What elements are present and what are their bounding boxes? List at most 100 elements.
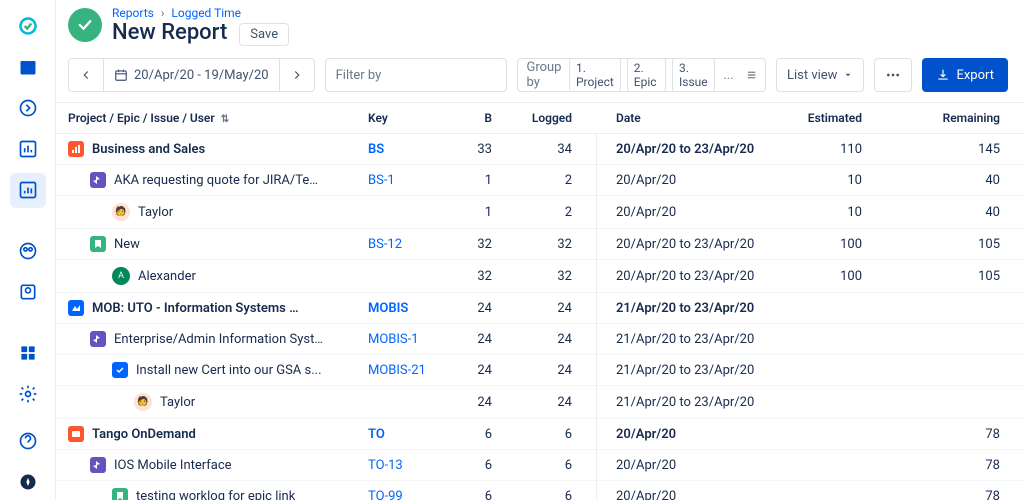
cell-name: IOS Mobile Interface <box>56 450 356 481</box>
cell-date: 20/Apr/20 to 23/Apr/20 <box>596 229 786 260</box>
epic-icon <box>90 331 106 347</box>
rail-calendar-icon[interactable] <box>10 49 46 84</box>
toolbar: 20/Apr/20 - 19/May/20 Filter by Group by… <box>56 50 1024 103</box>
cell-name: Install new Cert into our GSA s... <box>56 355 356 386</box>
table-row[interactable]: Business and SalesBS333420/Apr/20 to 23/… <box>56 134 1024 165</box>
cell-est <box>786 419 886 450</box>
breadcrumb-reports[interactable]: Reports <box>112 6 154 20</box>
rail-gear-icon[interactable] <box>10 377 46 412</box>
table-row[interactable]: MOB: UTO - Information Systems & A...MOB… <box>56 293 1024 324</box>
cell-date: 20/Apr/20 to 23/Apr/20 <box>596 260 786 293</box>
groupby-control[interactable]: Group by 1. Project 2. Epic 3. Issue ... <box>517 58 766 92</box>
cell-key[interactable]: BS <box>356 134 446 165</box>
cell-b: 6 <box>446 419 516 450</box>
cell-b: 33 <box>446 134 516 165</box>
cell-est: 10 <box>786 165 886 196</box>
rail-people-icon[interactable] <box>10 233 46 268</box>
cell-key[interactable]: TO-13 <box>356 450 446 481</box>
rail-chart2-icon[interactable] <box>10 173 46 208</box>
cell-key[interactable]: MOBIS-21 <box>356 355 446 386</box>
col-key[interactable]: Key <box>356 103 446 134</box>
cell-b: 24 <box>446 355 516 386</box>
table-row[interactable]: IOS Mobile InterfaceTO-136620/Apr/2078 <box>56 450 1024 481</box>
cell-rem: 78 <box>886 419 1024 450</box>
table-row[interactable]: 🧑Taylor1220/Apr/201040 <box>56 196 1024 229</box>
cell-key[interactable]: TO-99 <box>356 481 446 500</box>
date-prev-button[interactable] <box>69 59 103 91</box>
cell-est: 10 <box>786 196 886 229</box>
table-row[interactable]: Tango OnDemandTO6620/Apr/2078 <box>56 419 1024 450</box>
cell-key[interactable]: MOBIS-1 <box>356 324 446 355</box>
cell-date: 20/Apr/20 to 23/Apr/20 <box>596 134 786 165</box>
table-row[interactable]: Install new Cert into our GSA s...MOBIS-… <box>56 355 1024 386</box>
col-name[interactable]: Project / Epic / Issue / User⇅ <box>56 103 356 134</box>
cell-rem <box>886 324 1024 355</box>
rail-help-icon[interactable] <box>10 424 46 459</box>
view-select[interactable]: List view <box>776 58 864 92</box>
cell-b: 32 <box>446 260 516 293</box>
table-row[interactable]: AAlexander323220/Apr/20 to 23/Apr/201001… <box>56 260 1024 293</box>
rail-person-icon[interactable] <box>10 275 46 310</box>
cell-est <box>786 324 886 355</box>
cell-key[interactable]: BS-1 <box>356 165 446 196</box>
cell-key <box>356 386 446 419</box>
col-rem[interactable]: Remaining <box>886 103 1024 134</box>
col-est[interactable]: Estimated <box>786 103 886 134</box>
cell-logged: 2 <box>516 196 596 229</box>
groupby-chip-2[interactable]: 2. Epic <box>627 58 666 92</box>
cell-est: 110 <box>786 134 886 165</box>
rail-check-icon[interactable] <box>10 8 46 43</box>
chevron-down-icon <box>843 70 853 80</box>
cell-name: Enterprise/Admin Information Syste... <box>56 324 356 355</box>
col-date[interactable]: Date <box>596 103 786 134</box>
groupby-more[interactable]: ... <box>723 68 733 83</box>
breadcrumb-logged-time[interactable]: Logged Time <box>171 6 241 20</box>
page-header: Reports › Logged Time New Report Save <box>56 0 1024 50</box>
export-button[interactable]: Export <box>922 58 1008 92</box>
filter-icon <box>482 68 496 82</box>
sort-icon: ⇅ <box>221 114 229 125</box>
cell-key[interactable]: BS-12 <box>356 229 446 260</box>
rail-apps-icon[interactable] <box>10 335 46 370</box>
cell-logged: 6 <box>516 419 596 450</box>
col-logged[interactable]: Logged <box>516 103 596 134</box>
story-icon <box>112 488 128 500</box>
cell-logged: 24 <box>516 293 596 324</box>
col-b[interactable]: B <box>446 103 516 134</box>
groupby-chip-1[interactable]: 1. Project <box>569 58 621 92</box>
cell-name: 🧑Taylor <box>56 386 356 419</box>
cell-rem: 40 <box>886 165 1024 196</box>
task-icon <box>112 362 128 378</box>
cell-est <box>786 450 886 481</box>
cell-key[interactable]: TO <box>356 419 446 450</box>
more-button[interactable] <box>874 58 912 92</box>
table-row[interactable]: NewBS-12323220/Apr/20 to 23/Apr/20100105 <box>56 229 1024 260</box>
rail-expand-icon[interactable] <box>10 90 46 125</box>
epic-icon <box>90 457 106 473</box>
date-next-button[interactable] <box>279 59 314 91</box>
cell-date: 20/Apr/20 <box>596 165 786 196</box>
rail-pin-icon[interactable] <box>10 465 46 500</box>
groupby-chip-3[interactable]: 3. Issue <box>672 58 715 92</box>
filter-input[interactable]: Filter by <box>325 58 508 92</box>
rail-chart1-icon[interactable] <box>10 131 46 166</box>
cell-name: MOB: UTO - Information Systems & A... <box>56 293 356 324</box>
cell-logged: 2 <box>516 165 596 196</box>
cell-logged: 32 <box>516 229 596 260</box>
breadcrumb: Reports › Logged Time <box>112 6 289 20</box>
cell-est: 100 <box>786 229 886 260</box>
cell-logged: 24 <box>516 355 596 386</box>
table-row[interactable]: 🧑Taylor242421/Apr/20 to 23/Apr/20 <box>56 386 1024 419</box>
main-area: Reports › Logged Time New Report Save 20… <box>56 0 1024 500</box>
cell-logged: 32 <box>516 260 596 293</box>
table-row[interactable]: AKA requesting quote for JIRA/Tem...BS-1… <box>56 165 1024 196</box>
save-button[interactable]: Save <box>239 23 289 46</box>
groupby-label: Group by <box>526 60 563 90</box>
cell-date: 20/Apr/20 <box>596 196 786 229</box>
project-icon <box>68 300 84 316</box>
cell-key[interactable]: MOBIS <box>356 293 446 324</box>
date-range-button[interactable]: 20/Apr/20 - 19/May/20 <box>103 59 279 91</box>
table-row[interactable]: testing worklog for epic linkTO-996620/A… <box>56 481 1024 500</box>
cell-rem: 78 <box>886 450 1024 481</box>
table-row[interactable]: Enterprise/Admin Information Syste...MOB… <box>56 324 1024 355</box>
